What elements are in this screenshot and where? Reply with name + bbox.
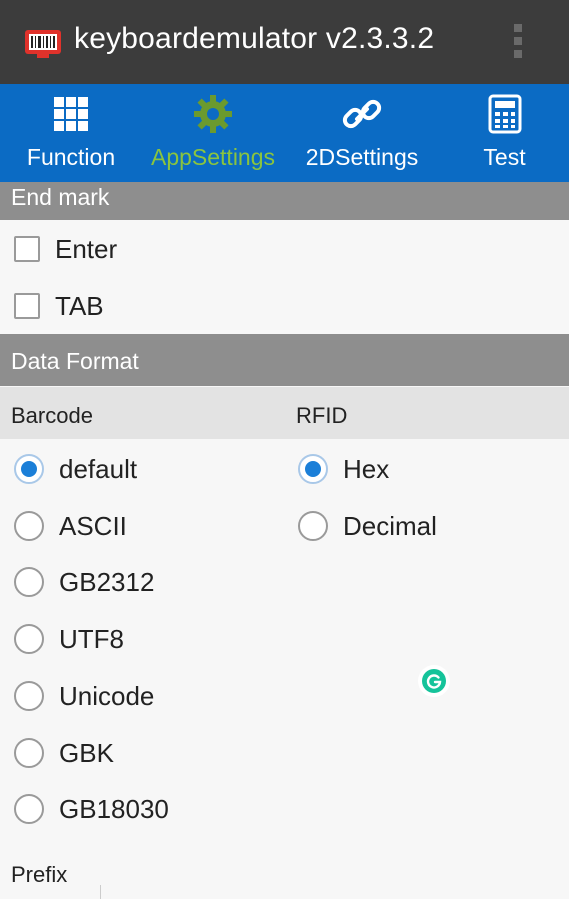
radio-hex[interactable] [298,454,328,484]
barcode-option-ascii[interactable]: ASCII [14,498,127,554]
barcode-option-gb18030[interactable]: GB18030 [14,781,169,837]
radio-gbk-label: GBK [59,737,114,768]
tab-test[interactable]: Test [440,84,569,182]
end-mark-header: End mark [0,182,569,220]
radio-unicode-label: Unicode [59,680,155,711]
app-title: keyboardemulator v2.3.3.2 [74,22,435,55]
barcode-option-unicode[interactable]: Unicode [14,668,154,724]
radio-decimal[interactable] [298,511,328,541]
radio-gbk[interactable] [14,738,44,768]
overflow-menu-icon[interactable] [511,24,525,64]
enter-checkbox[interactable] [14,236,40,262]
radio-utf8[interactable] [14,624,44,654]
enter-checkbox-label: Enter [55,233,118,264]
tab-2dsettings-label: 2DSettings [305,144,419,170]
barcode-option-gb2312[interactable]: GB2312 [14,554,154,610]
radio-hex-label: Hex [343,453,390,484]
tab-appsettings-label: AppSettings [150,144,276,170]
gear-icon [194,95,232,133]
grammarly-icon [422,669,446,693]
prefix-input[interactable] [100,885,569,899]
grid-icon [54,97,88,131]
radio-gb18030-label: GB18030 [59,793,169,824]
tab-function[interactable]: Function [0,84,142,182]
data-format-header: Data Format [0,334,569,386]
tab-test-label: Test [483,144,526,170]
end-mark-header-label: End mark [11,184,110,210]
radio-gb2312[interactable] [14,567,44,597]
radio-ascii[interactable] [14,511,44,541]
calculator-icon [488,94,521,134]
prefix-label: Prefix [11,862,68,887]
radio-gb2312-label: GB2312 [59,566,155,597]
radio-gb18030[interactable] [14,794,44,824]
radio-unicode[interactable] [14,681,44,711]
enter-checkbox-row[interactable]: Enter [14,221,117,277]
barcode-option-utf8[interactable]: UTF8 [14,611,124,667]
radio-ascii-label: ASCII [59,510,127,541]
radio-decimal-label: Decimal [343,510,437,541]
barcode-column-label: Barcode [11,403,93,428]
radio-utf8-label: UTF8 [59,623,124,654]
barcode-option-gbk[interactable]: GBK [14,725,114,781]
grammarly-badge[interactable] [418,665,450,697]
link-icon [342,99,382,129]
data-format-header-label: Data Format [11,348,139,374]
radio-default-label: default [59,453,138,484]
rfid-option-decimal[interactable]: Decimal [298,498,437,554]
format-column-header: Barcode RFID [0,387,569,439]
tab-function-label: Function [26,144,116,170]
tab-appsettings[interactable]: AppSettings [142,84,284,182]
rfid-option-hex[interactable]: Hex [298,441,389,497]
barcode-app-icon [25,30,61,58]
tab-2dsettings[interactable]: 2DSettings [284,84,440,182]
title-bar: keyboardemulator v2.3.3.2 [0,0,569,84]
tab-checkbox-row[interactable]: TAB [14,278,104,334]
tab-checkbox[interactable] [14,293,40,319]
radio-default[interactable] [14,454,44,484]
rfid-column-label: RFID [296,403,348,428]
tab-checkbox-label: TAB [55,290,104,321]
tab-bar: Function AppSettings 2DSettings Test [0,84,569,182]
barcode-option-default[interactable]: default [14,441,137,497]
